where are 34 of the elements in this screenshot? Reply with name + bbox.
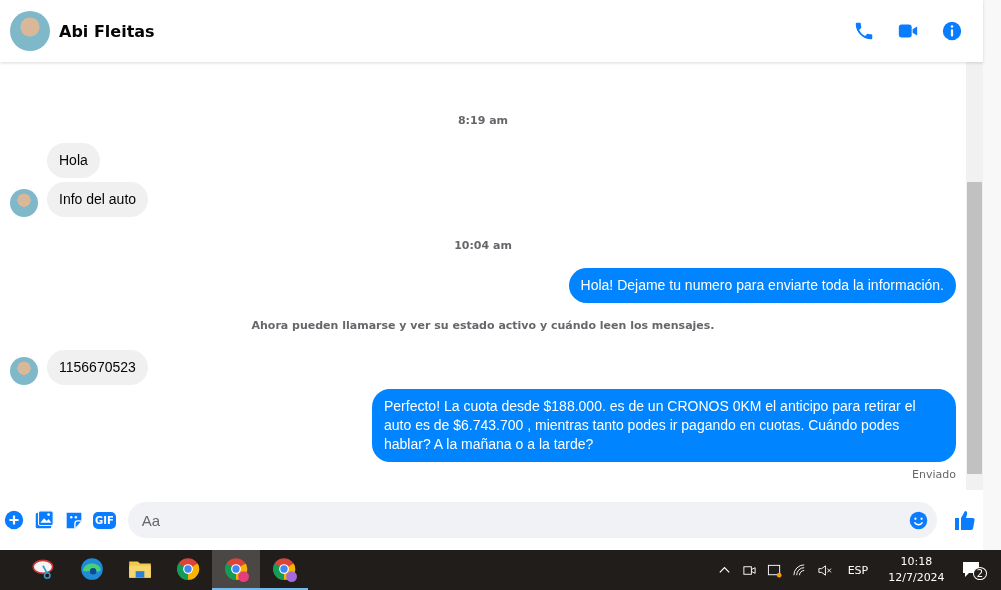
system-notice: Ahora pueden llamarse y ver su estado activo y cuándo leen los mensajes. <box>251 319 715 332</box>
image-icon[interactable] <box>33 509 55 531</box>
info-icon[interactable] <box>941 20 963 42</box>
outgoing-message: Hola! Dejame tu numero para enviarte toda la información. <box>568 268 956 303</box>
notification-count: 2 <box>972 567 987 580</box>
wifi-icon[interactable] <box>791 562 807 578</box>
browser-icon <box>175 556 201 582</box>
gif-button[interactable]: GIF <box>93 511 116 529</box>
incoming-message: 1156670523 <box>47 350 148 385</box>
clock-date[interactable]: 12/7/2024 <box>888 570 945 586</box>
scrollbar[interactable] <box>966 62 983 490</box>
notification-icon[interactable] <box>960 560 981 580</box>
sent-status: Enviado <box>912 468 956 481</box>
message-input[interactable]: Aa <box>139 510 908 530</box>
muted-speaker-icon[interactable] <box>816 562 832 578</box>
outgoing-message: Perfecto! La cuota desde $188.000. es de un CRONOS 0KM el anticipo para retirar el auto es de $6.743.700 , mientras tanto podes ir pagando en cuotas. Cuándo podes hablar? A la mañana o a la tarde? <box>372 389 956 462</box>
message-bar[interactable]: Aa <box>127 502 937 538</box>
timestamp: 10:04 am <box>454 239 512 252</box>
avatar <box>10 189 38 217</box>
timestamp: 8:19 am <box>457 114 509 127</box>
thumbs-up-icon[interactable] <box>953 508 977 532</box>
browser-icon <box>223 556 249 582</box>
incoming-message: Info del auto <box>47 182 149 217</box>
emoji-icon[interactable] <box>908 509 929 531</box>
plus-icon[interactable] <box>3 509 25 531</box>
language-indicator[interactable]: ESP <box>847 563 869 577</box>
wave-icon <box>79 556 105 582</box>
contact-name[interactable]: Abi Fleitas <box>59 21 155 41</box>
display-icon[interactable] <box>766 562 782 578</box>
clock-time[interactable]: 10:18 <box>900 554 933 570</box>
phone-icon[interactable] <box>853 20 875 42</box>
browser-icon <box>271 556 297 582</box>
avatar <box>10 357 38 385</box>
incoming-message: Hola <box>47 143 100 178</box>
